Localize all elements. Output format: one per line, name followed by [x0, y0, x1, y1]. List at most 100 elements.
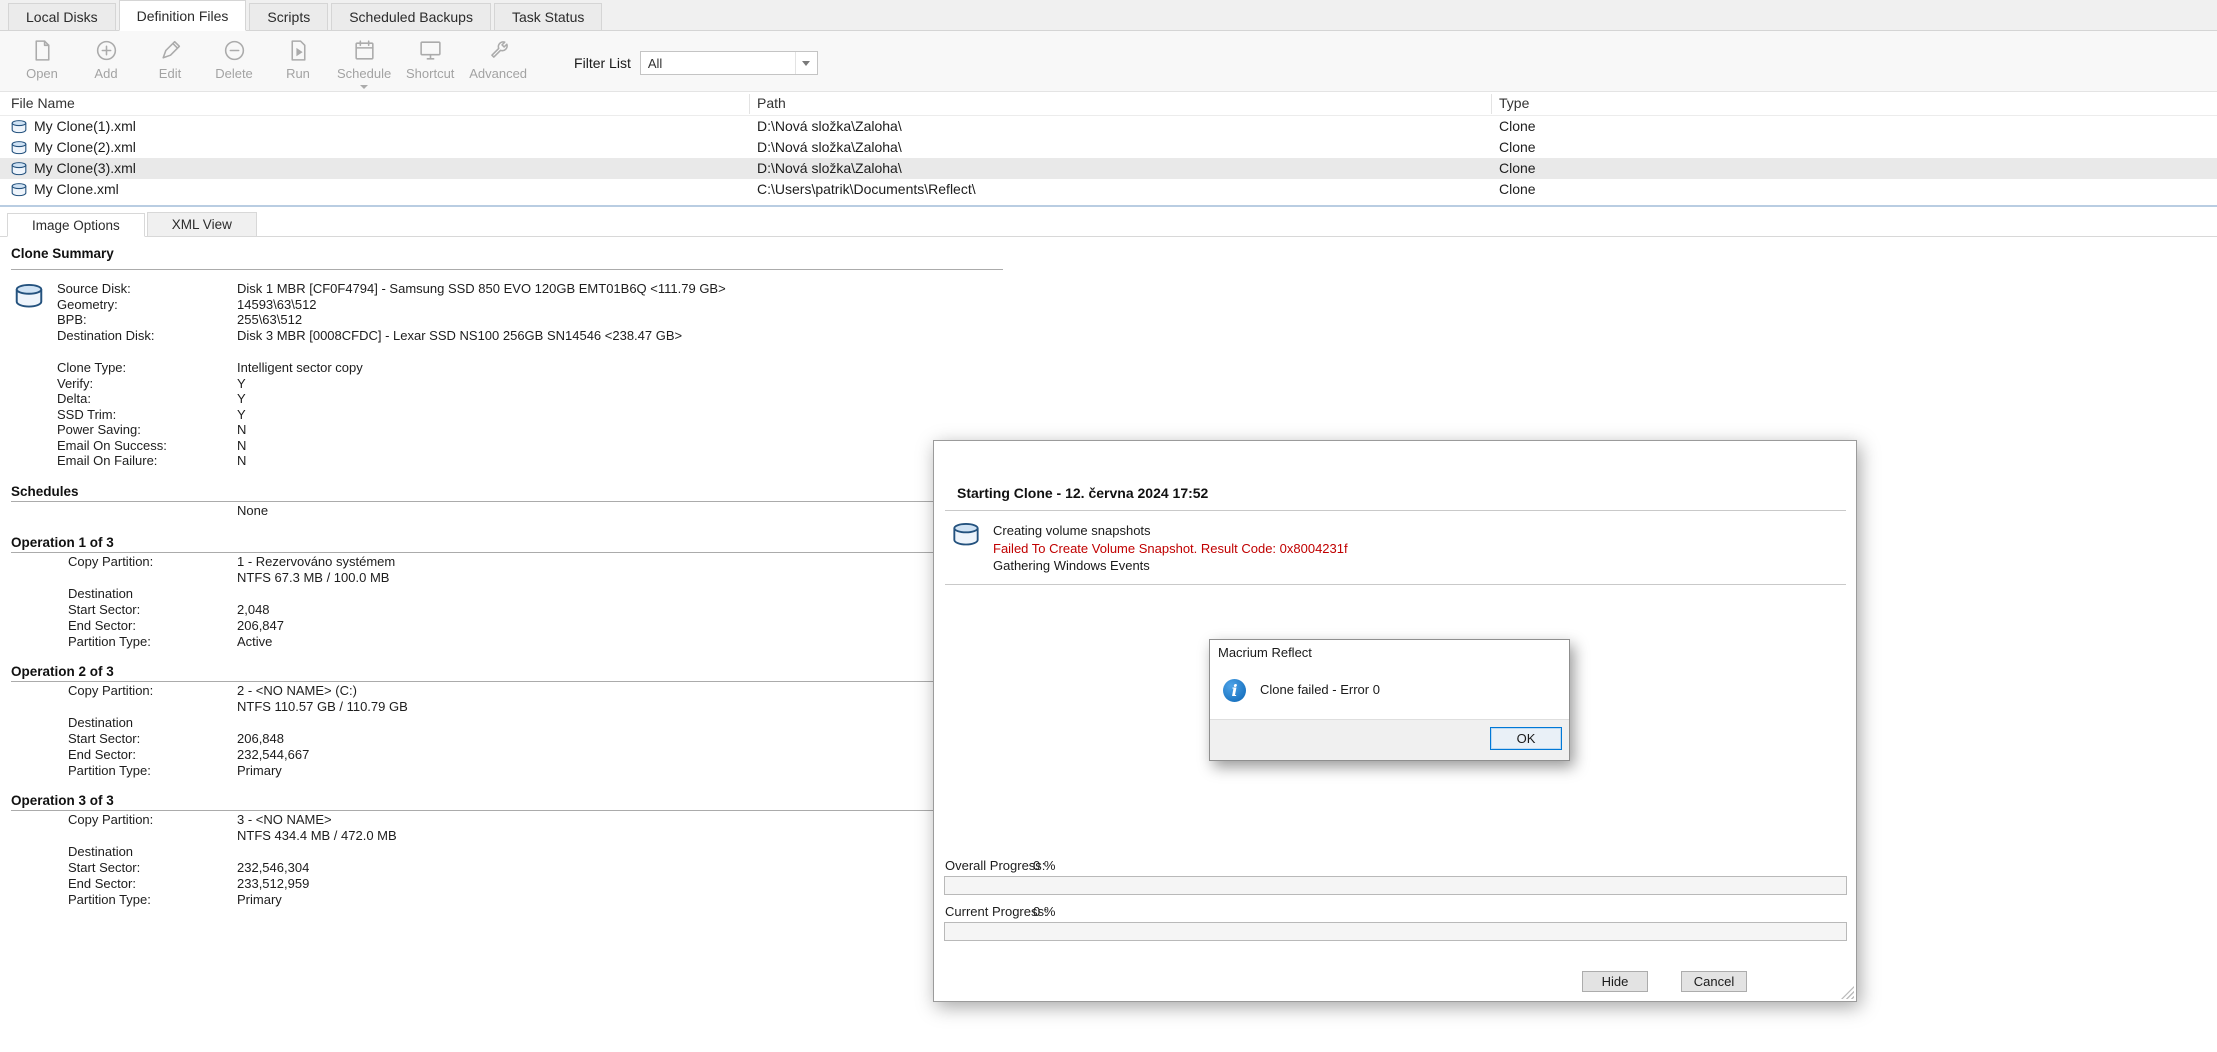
messagebox-title[interactable]: Macrium Reflect [1218, 645, 1312, 660]
clone-definition-file-icon [10, 161, 28, 176]
edit-icon [158, 38, 183, 63]
field-value: 206,848 [237, 731, 284, 747]
field-label: Partition Type: [68, 634, 237, 650]
table-row[interactable]: My Clone.xml C:\Users\patrik\Documents\R… [0, 179, 2217, 200]
field-value: Primary [237, 763, 282, 779]
clone-summary-title: Clone Summary [11, 246, 114, 261]
field-value: Y [237, 407, 246, 423]
column-header-file-name[interactable]: File Name [11, 95, 75, 111]
file-name: My Clone(3).xml [34, 160, 136, 176]
field-label: Destination [68, 586, 237, 602]
table-row[interactable]: My Clone(1).xml D:\Nová složka\Zaloha\ C… [0, 116, 2217, 137]
operation-3-title: Operation 3 of 3 [11, 793, 114, 808]
run-button[interactable]: Run [266, 36, 330, 90]
pane-splitter[interactable] [0, 205, 2217, 207]
edit-button[interactable]: Edit [138, 36, 202, 90]
schedule-button[interactable]: Schedule [330, 36, 398, 90]
field-value: 206,847 [237, 618, 284, 634]
log-line: Gathering Windows Events [993, 557, 1348, 575]
file-type: Clone [1499, 181, 1536, 197]
schedules-title: Schedules [11, 484, 79, 499]
field-value: 1 - Rezervováno systémem [237, 554, 395, 570]
ok-button[interactable]: OK [1490, 727, 1562, 750]
table-row-selected[interactable]: My Clone(3).xml D:\Nová složka\Zaloha\ C… [0, 158, 2217, 179]
open-label: Open [26, 66, 58, 81]
shortcut-label: Shortcut [406, 66, 454, 81]
overall-progress-label: Overall Progress: [945, 858, 1045, 873]
field-label: Destination [68, 844, 237, 860]
tab-task-status[interactable]: Task Status [494, 3, 602, 30]
field-value: N [237, 453, 246, 469]
field-value: 233,512,959 [237, 876, 309, 892]
file-type: Clone [1499, 118, 1536, 134]
info-icon: i [1223, 679, 1246, 702]
file-name: My Clone(1).xml [34, 118, 136, 134]
column-header-path[interactable]: Path [757, 95, 786, 111]
tab-xml-view[interactable]: XML View [147, 212, 257, 236]
clone-definition-file-icon [10, 140, 28, 155]
field-value: NTFS 67.3 MB / 100.0 MB [237, 570, 389, 586]
dropdown-arrow-icon[interactable] [795, 52, 817, 74]
field-value: NTFS 110.57 GB / 110.79 GB [237, 699, 408, 715]
hide-button[interactable]: Hide [1582, 971, 1648, 992]
clone-options-block: Clone Type:Intelligent sector copy Verif… [57, 360, 363, 469]
dialog-divider [945, 510, 1846, 511]
cancel-button[interactable]: Cancel [1681, 971, 1747, 992]
operation-1-block: Copy Partition:1 - Rezervováno systémem … [68, 554, 395, 650]
tab-image-options[interactable]: Image Options [7, 213, 145, 237]
file-table-body: My Clone(1).xml D:\Nová složka\Zaloha\ C… [0, 116, 2217, 200]
open-button[interactable]: Open [10, 36, 74, 90]
file-type: Clone [1499, 160, 1536, 176]
delete-icon [222, 38, 247, 63]
advanced-icon [486, 38, 511, 63]
field-value: 232,544,667 [237, 747, 309, 763]
overall-progress-bar [944, 876, 1847, 895]
field-value: N [237, 422, 246, 438]
field-label: Delta: [57, 391, 237, 407]
field-value: NTFS 434.4 MB / 472.0 MB [237, 828, 397, 844]
file-table-header: File Name Path Type [0, 92, 2217, 116]
field-value: Y [237, 391, 246, 407]
detail-tab-bar: Image Options XML View [0, 213, 2217, 237]
field-value: 3 - <NO NAME> [237, 812, 332, 828]
field-value: 14593\63\512 [237, 297, 317, 313]
tab-local-disks[interactable]: Local Disks [8, 3, 116, 30]
field-label: Verify: [57, 376, 237, 392]
tab-scheduled-backups[interactable]: Scheduled Backups [331, 3, 491, 30]
current-progress-value: 0 % [1033, 904, 1055, 919]
delete-button[interactable]: Delete [202, 36, 266, 90]
tab-definition-files[interactable]: Definition Files [119, 0, 247, 31]
run-label: Run [286, 66, 310, 81]
field-label: Source Disk: [57, 281, 237, 297]
field-label: Start Sector: [68, 860, 237, 876]
field-value: Intelligent sector copy [237, 360, 363, 376]
shortcut-button[interactable]: Shortcut [398, 36, 462, 90]
field-value: 232,546,304 [237, 860, 309, 876]
filter-list-label: Filter List [574, 55, 631, 71]
field-label: Start Sector: [68, 602, 237, 618]
add-button[interactable]: Add [74, 36, 138, 90]
advanced-label: Advanced [469, 66, 527, 81]
field-label: Destination [68, 715, 237, 731]
table-row[interactable]: My Clone(2).xml D:\Nová složka\Zaloha\ C… [0, 137, 2217, 158]
column-header-type[interactable]: Type [1499, 95, 1529, 111]
field-label: Geometry: [57, 297, 237, 313]
field-label: Partition Type: [68, 763, 237, 779]
log-line-error: Failed To Create Volume Snapshot. Result… [993, 540, 1348, 558]
schedule-icon [352, 38, 377, 63]
column-divider [1491, 94, 1492, 114]
operation-3-block: Copy Partition:3 - <NO NAME> NTFS 434.4 … [68, 812, 397, 908]
edit-label: Edit [159, 66, 181, 81]
section-divider [11, 552, 1003, 553]
filter-list-dropdown[interactable]: All [640, 51, 818, 75]
field-label: End Sector: [68, 618, 237, 634]
schedule-label: Schedule [337, 66, 391, 81]
log-line: Creating volume snapshots [993, 522, 1348, 540]
field-label: Destination Disk: [57, 328, 237, 344]
resize-grip[interactable] [1841, 986, 1854, 999]
source-disk-icon [14, 282, 44, 309]
tab-scripts[interactable]: Scripts [249, 3, 328, 30]
chevron-down-icon [360, 85, 368, 89]
advanced-button[interactable]: Advanced [462, 36, 534, 90]
field-value: Disk 1 MBR [CF0F4794] - Samsung SSD 850 … [237, 281, 726, 297]
